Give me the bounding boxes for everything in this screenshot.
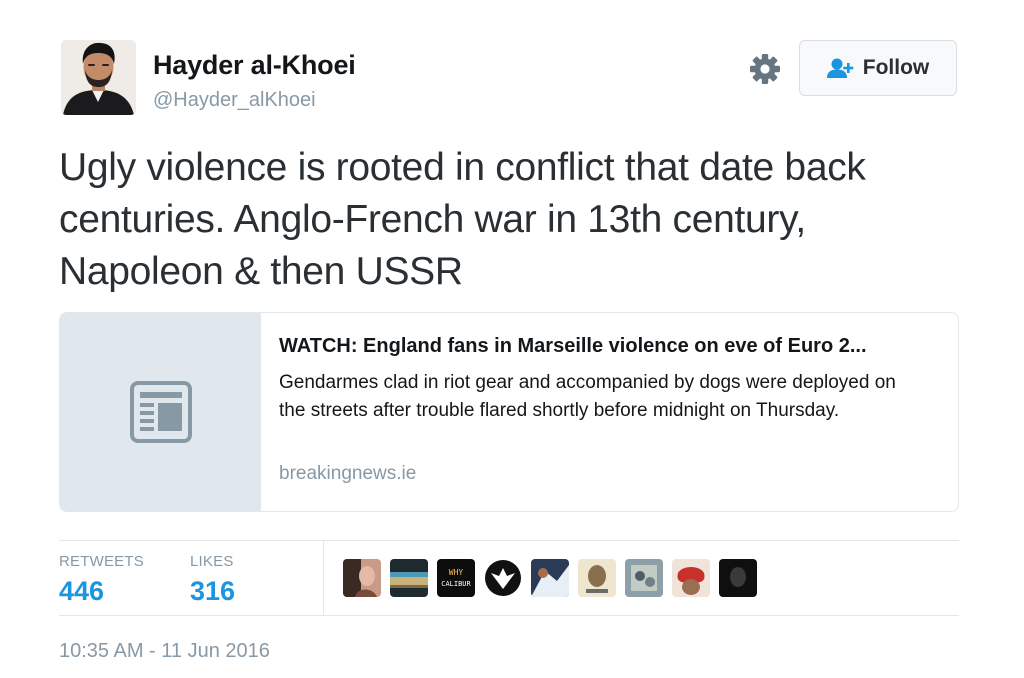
card-description: Gendarmes clad in riot gear and accompan…	[279, 372, 896, 421]
likes-label: LIKES	[190, 553, 234, 570]
retweets-stat[interactable]: RETWEETS 446	[59, 553, 144, 607]
tweet-text: Ugly violence is rooted in conflict that…	[59, 146, 866, 293]
liker-avatar-4[interactable]	[484, 559, 522, 597]
liker-avatar-8[interactable]	[672, 559, 710, 597]
author-avatar[interactable]	[61, 40, 136, 115]
add-user-icon	[826, 58, 854, 78]
follow-button[interactable]: Follow	[799, 40, 957, 96]
likes-stat[interactable]: LIKES 316	[190, 553, 235, 607]
retweets-label: RETWEETS	[59, 553, 144, 570]
author-handle[interactable]: @Hayder_alKhoei	[153, 89, 316, 112]
liker-avatar-2[interactable]	[390, 559, 428, 597]
stats-top-divider	[59, 540, 959, 541]
avatar-image	[61, 40, 136, 115]
follow-label: Follow	[862, 56, 930, 79]
liker-avatars: WHY CALIBUR	[343, 559, 757, 597]
liker-avatar-7[interactable]	[625, 559, 663, 597]
svg-text:WHY: WHY	[449, 568, 464, 577]
liker-avatar-3[interactable]: WHY CALIBUR	[437, 559, 475, 597]
liker-avatar-6[interactable]	[578, 559, 616, 597]
gear-icon[interactable]	[748, 52, 782, 86]
liker-avatar-1[interactable]	[343, 559, 381, 597]
stats-bottom-divider	[59, 615, 959, 616]
article-icon	[129, 381, 192, 443]
card-thumbnail	[60, 313, 261, 511]
liker-avatar-5[interactable]	[531, 559, 569, 597]
retweets-count: 446	[59, 576, 105, 606]
link-card[interactable]: WATCH: England fans in Marseille violenc…	[59, 312, 959, 512]
card-title: WATCH: England fans in Marseille violenc…	[279, 335, 867, 357]
svg-text:CALIBUR: CALIBUR	[441, 580, 471, 588]
liker-avatar-9[interactable]	[719, 559, 757, 597]
author-name[interactable]: Hayder al-Khoei	[153, 50, 356, 81]
card-domain: breakingnews.ie	[279, 463, 417, 484]
tweet-timestamp[interactable]: 10:35 AM - 11 Jun 2016	[59, 640, 270, 663]
likes-count: 316	[190, 576, 236, 606]
stats-vertical-divider	[323, 541, 324, 615]
